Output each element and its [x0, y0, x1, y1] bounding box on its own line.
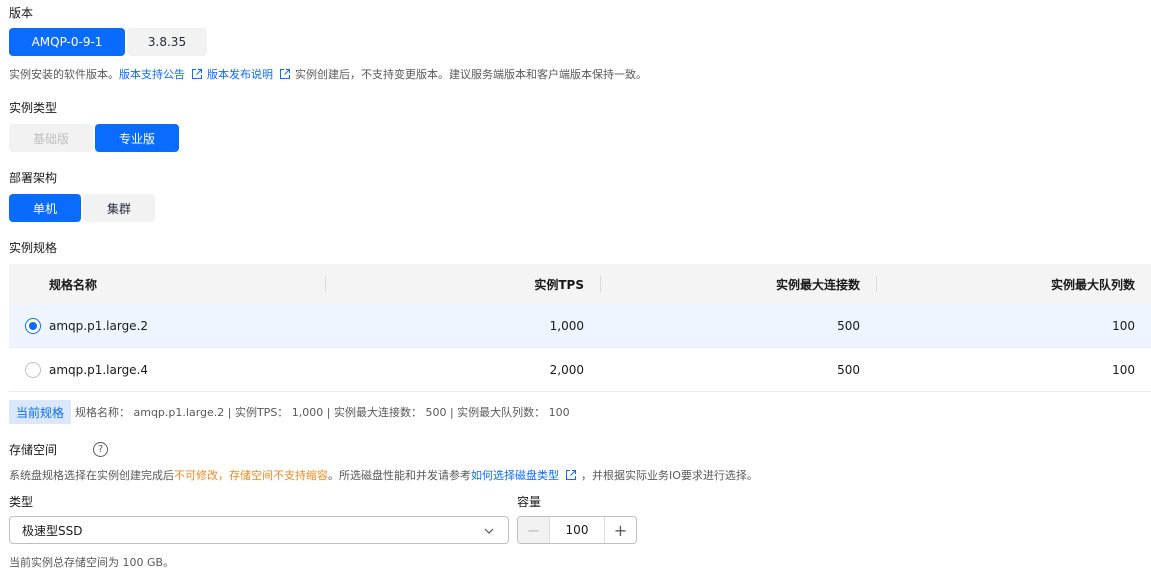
instance-type-pro[interactable]: 专业版: [95, 124, 179, 152]
table-row[interactable]: amqp.p1.large.2 1,000 500 100: [9, 304, 1151, 348]
disk-type-select[interactable]: 极速型SSD: [9, 516, 509, 544]
spec-name-cell: amqp.p1.large.4: [9, 348, 325, 391]
storage-label: 存储空间: [9, 443, 58, 457]
deployment-single[interactable]: 单机: [9, 194, 81, 222]
version-option-amqp[interactable]: AMQP-0-9-1: [9, 28, 125, 56]
spec-table: 规格名称 实例TPS 实例最大连接数 实例最大队列数 amqp.p1.large…: [9, 264, 1151, 392]
column-header-max-queue-text: 实例最大队列数: [1050, 277, 1135, 292]
column-header-max-queue: 实例最大队列数: [876, 264, 1151, 304]
disk-type-value: 极速型SSD: [22, 523, 83, 538]
storage-hint-mid: 。所选磁盘性能和并发请参考: [328, 469, 471, 482]
column-divider: [600, 276, 601, 292]
help-icon[interactable]: ?: [93, 442, 108, 457]
column-header-tps-text: 实例TPS: [534, 277, 584, 292]
current-spec-summary: 规格名称： amqp.p1.large.2 | 实例TPS： 1,000 | 实…: [75, 406, 570, 419]
spec-name: amqp.p1.large.2: [49, 318, 149, 333]
spec-name: amqp.p1.large.4: [49, 362, 149, 377]
storage-warning-1: 不可修改: [174, 469, 218, 482]
spec-name-cell: amqp.p1.large.2: [9, 304, 325, 347]
version-selector: AMQP-0-9-1 3.8.35: [9, 28, 207, 56]
storage-warning-2: 存储空间不支持缩容: [229, 469, 328, 482]
spec-table-header: 规格名称 实例TPS 实例最大连接数 实例最大队列数: [9, 264, 1151, 304]
deployment-label: 部署架构: [9, 171, 58, 185]
storage-warning-sep: ，: [218, 469, 229, 482]
spec-tps: 1,000: [549, 318, 584, 333]
version-hint: 实例安装的软件版本。 版本支持公告 版本发布说明 实例创建后，不支持变更版本。建…: [9, 66, 647, 82]
spec-max-conn: 500: [837, 318, 860, 333]
external-link-icon[interactable]: [565, 469, 577, 481]
version-support-notice-link[interactable]: 版本支持公告: [119, 66, 185, 82]
disk-type-label: 类型: [9, 495, 34, 509]
capacity-input[interactable]: 100: [550, 517, 604, 543]
deployment-cluster[interactable]: 集群: [83, 194, 155, 222]
current-spec-tag: 当前规格: [9, 400, 72, 424]
deployment-selector: 单机 集群: [9, 194, 155, 222]
increase-button[interactable]: +: [604, 517, 636, 543]
column-divider: [325, 276, 326, 292]
capacity-stepper: − 100 +: [517, 516, 637, 544]
table-row[interactable]: amqp.p1.large.4 2,000 500 100: [9, 348, 1151, 392]
version-hint-suffix: 实例创建后，不支持变更版本。建议服务端版本和客户端版本保持一致。: [295, 68, 647, 81]
storage-hint-prefix: 系统盘规格选择在实例创建完成后: [9, 469, 174, 482]
column-header-max-conn: 实例最大连接数: [600, 264, 876, 304]
column-header-max-conn-text: 实例最大连接数: [775, 277, 860, 292]
spec-max-conn: 500: [837, 362, 860, 377]
external-link-icon[interactable]: [279, 68, 291, 80]
version-release-notes-link[interactable]: 版本发布说明: [207, 66, 273, 82]
disk-type-guide-link[interactable]: 如何选择磁盘类型: [471, 467, 559, 483]
capacity-label: 容量: [517, 495, 542, 509]
instance-type-basic: 基础版: [9, 124, 93, 152]
radio-selected[interactable]: [25, 317, 41, 334]
chevron-down-icon: [484, 528, 494, 534]
version-option-3835[interactable]: 3.8.35: [127, 28, 207, 56]
spec-max-queue: 100: [1112, 318, 1135, 333]
storage-hint-suffix: ，并根据实际业务IO要求进行选择。: [581, 469, 758, 482]
spec-tps: 2,000: [549, 362, 584, 377]
radio-unselected[interactable]: [25, 361, 41, 378]
instance-type-label: 实例类型: [9, 101, 58, 115]
column-header-tps: 实例TPS: [325, 264, 600, 304]
storage-hint: 系统盘规格选择在实例创建完成后 不可修改 ， 存储空间不支持缩容 。所选磁盘性能…: [9, 467, 758, 483]
spec-max-queue: 100: [1112, 362, 1135, 377]
spec-label: 实例规格: [9, 241, 58, 255]
version-label: 版本: [9, 6, 34, 20]
column-divider: [876, 276, 877, 292]
column-header-name: 规格名称: [49, 277, 98, 292]
storage-total-text: 当前实例总存储空间为 100 GB。: [9, 556, 175, 569]
decrease-button[interactable]: −: [518, 517, 550, 543]
version-hint-prefix: 实例安装的软件版本。: [9, 68, 119, 81]
instance-type-selector: 基础版 专业版: [9, 124, 179, 152]
external-link-icon[interactable]: [191, 68, 203, 80]
